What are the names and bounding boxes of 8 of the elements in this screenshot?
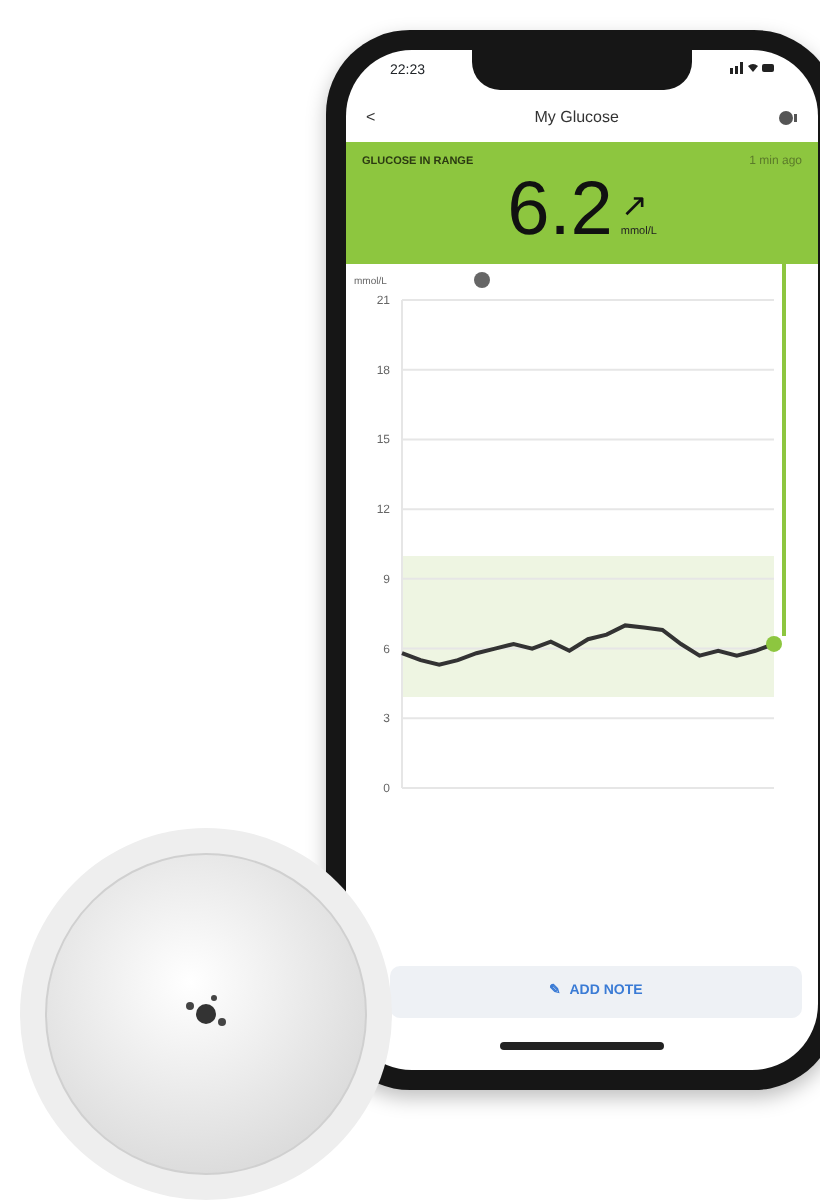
back-button[interactable]: < [366, 106, 376, 130]
event-marker-icon[interactable] [474, 272, 490, 288]
glucose-value: 6.2 [507, 172, 613, 248]
current-reading-dot [766, 635, 782, 652]
status-icons [730, 62, 774, 74]
sensor-icon[interactable] [778, 110, 798, 126]
trend-arrow: ↗ [620, 191, 649, 224]
screen-title: My Glucose [534, 106, 619, 130]
